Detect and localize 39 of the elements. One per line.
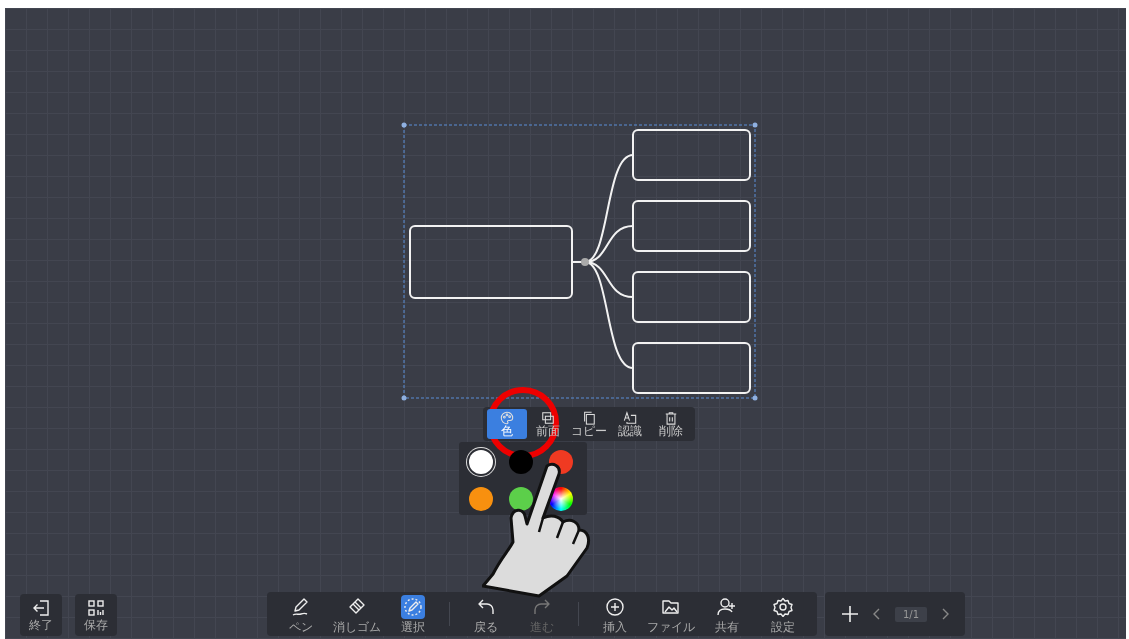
- menu-button[interactable]: コピー: [569, 409, 609, 439]
- toolbar-button[interactable]: 保存: [75, 594, 117, 636]
- palette-icon: [500, 411, 514, 425]
- chevron-right-icon: [941, 608, 950, 620]
- color-swatch[interactable]: [509, 486, 533, 511]
- trash-icon: [664, 411, 678, 425]
- menu-button[interactable]: 認識: [610, 409, 650, 439]
- page-indicator: 1/1: [895, 606, 928, 622]
- grid-icon: [87, 599, 105, 617]
- tool-button[interactable]: ファイル: [645, 595, 697, 633]
- plus-icon: [841, 605, 859, 623]
- redo-icon: [532, 597, 552, 617]
- color-swatch[interactable]: [509, 450, 533, 474]
- tool-button[interactable]: ペン: [275, 595, 327, 633]
- add-user-icon: [717, 597, 737, 617]
- copy-icon: [582, 411, 596, 425]
- toolbar-button[interactable]: 終了: [20, 594, 62, 636]
- menu-button[interactable]: 色: [487, 409, 527, 439]
- layers-icon: [541, 411, 555, 425]
- chevron-left-icon: [873, 608, 881, 620]
- lasso-pen-icon: [403, 597, 423, 617]
- plus-circle-icon: [605, 597, 625, 617]
- previous-page-button[interactable]: [873, 608, 881, 620]
- tool-button[interactable]: 挿入: [589, 595, 641, 633]
- menu-button[interactable]: 削除: [651, 409, 691, 439]
- color-swatch[interactable]: [469, 450, 493, 474]
- tool-button[interactable]: 共有: [701, 595, 753, 633]
- tool-button[interactable]: 選択: [387, 595, 439, 633]
- exit-icon: [32, 599, 50, 617]
- add-page-button[interactable]: [841, 605, 859, 623]
- color-swatch[interactable]: [469, 486, 493, 511]
- tool-button[interactable]: 設定: [757, 595, 809, 633]
- folder-image-icon: [661, 597, 681, 617]
- undo-icon: [476, 597, 496, 617]
- tool-button[interactable]: 戻る: [460, 595, 512, 633]
- text-box-icon: [623, 411, 637, 425]
- settings-icon: [773, 597, 793, 617]
- tool-button[interactable]: 消しゴム: [331, 595, 383, 633]
- next-page-button[interactable]: [941, 608, 950, 620]
